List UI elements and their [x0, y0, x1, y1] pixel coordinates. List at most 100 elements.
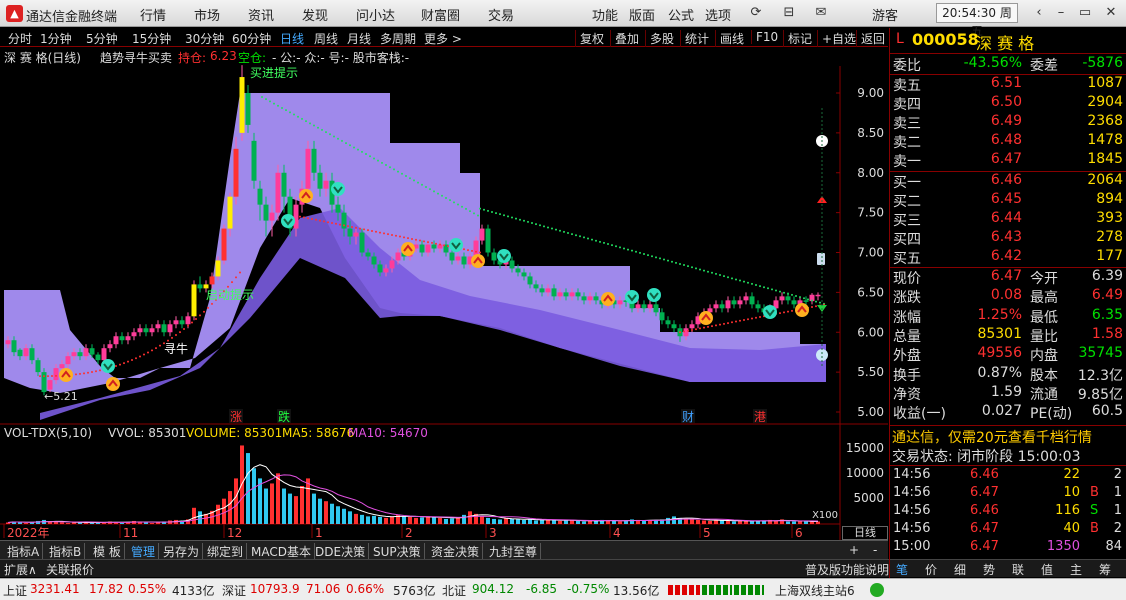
- volume-axis: 15000 10000 5000: [846, 441, 884, 505]
- candle-body: [665, 320, 671, 325]
- menu-gongshi[interactable]: 公式: [668, 5, 694, 24]
- side-period-button[interactable]: 日线: [842, 526, 888, 540]
- ext-toggle[interactable]: 扩展∧: [4, 561, 37, 578]
- tab-lingcunwei[interactable]: 另存为: [160, 543, 204, 560]
- tab-zijin[interactable]: 资金决策: [428, 543, 484, 560]
- period-fenshi[interactable]: 分时: [8, 30, 32, 47]
- ext-help[interactable]: 普及版功能说明: [805, 561, 889, 578]
- zoom-plus-button[interactable]: +: [846, 543, 862, 557]
- period-monthly[interactable]: 月线: [347, 30, 371, 47]
- period-multi[interactable]: 多周期: [380, 30, 416, 47]
- window-min-icon[interactable]: –: [1050, 4, 1072, 22]
- mail-icon[interactable]: ✉: [810, 4, 832, 22]
- user-guest[interactable]: 游客: [872, 5, 898, 24]
- trend-dot: [333, 135, 335, 138]
- rtab-xi[interactable]: 细: [954, 561, 966, 578]
- vol-vvol: VVOL: 85301: [108, 426, 187, 440]
- trend-dot: [767, 287, 769, 290]
- tool-biaoji[interactable]: 标记: [783, 30, 812, 47]
- trend-dot: [421, 183, 423, 186]
- window-restore-icon[interactable]: ▭: [1074, 4, 1096, 22]
- menu-banmian[interactable]: 版面: [629, 5, 655, 24]
- tool-fanhui[interactable]: 返回: [856, 30, 885, 47]
- menu-wenxiaoda[interactable]: 问小达: [356, 5, 395, 24]
- period-1min[interactable]: 1分钟: [40, 30, 72, 47]
- rtab-bi[interactable]: 笔: [896, 561, 908, 578]
- candle-body: [185, 316, 191, 325]
- rtab-lian[interactable]: 联: [1012, 561, 1024, 578]
- window-minimize-icon[interactable]: ‹: [1028, 4, 1050, 22]
- trend-dot: [119, 363, 121, 366]
- refresh-icon[interactable]: ⟳: [745, 4, 767, 22]
- tool-f10[interactable]: F10: [751, 30, 778, 44]
- period-15min[interactable]: 15分钟: [132, 30, 171, 47]
- menu-shichang[interactable]: 市场: [194, 5, 220, 24]
- tool-diejia[interactable]: 叠加: [610, 30, 639, 47]
- tab-sup[interactable]: SUP决策: [370, 543, 425, 560]
- tab-zhibiao-a[interactable]: 指标A: [4, 543, 44, 560]
- tab-bangdingdao[interactable]: 绑定到: [204, 543, 248, 560]
- menu-jiaoyi[interactable]: 交易: [488, 5, 514, 24]
- period-more[interactable]: 更多 >: [424, 30, 462, 47]
- menu-faxian[interactable]: 发现: [302, 5, 328, 24]
- quote-label: 换手: [893, 367, 921, 384]
- trend-dot: [523, 219, 525, 222]
- volume-bar: [24, 522, 28, 524]
- tool-huaxian[interactable]: 画线: [715, 30, 744, 47]
- zoom-minus-button[interactable]: -: [870, 543, 880, 557]
- tab-jiufeng[interactable]: 九封至尊: [486, 543, 542, 560]
- vol-axis-label: 10000: [846, 466, 884, 480]
- rtab-zhu[interactable]: 主: [1070, 561, 1082, 578]
- tab-macd[interactable]: MACD基本: [248, 543, 315, 560]
- trend-dot: [313, 124, 315, 127]
- volume-bar: [408, 516, 412, 524]
- trend-dot: [639, 251, 641, 254]
- buy-signal-circle: [106, 377, 120, 391]
- tool-tongji[interactable]: 统计: [680, 30, 709, 47]
- trend-dot: [87, 371, 89, 374]
- minimize-icon[interactable]: ⊟: [778, 4, 800, 22]
- vol-ma5: MA5: 58676: [282, 426, 355, 440]
- tool-fuquan[interactable]: 复权: [575, 30, 604, 47]
- menu-gongneng[interactable]: 功能: [592, 5, 618, 24]
- window-close-icon[interactable]: ✕: [1100, 4, 1122, 22]
- trend-dot: [183, 327, 185, 330]
- trend-dot: [405, 175, 407, 178]
- tab-dde[interactable]: DDE决策: [312, 543, 370, 560]
- quote-value: 0.08: [990, 287, 1022, 304]
- rtab-jia[interactable]: 价: [925, 561, 937, 578]
- period-weekly[interactable]: 周线: [314, 30, 338, 47]
- promo-link[interactable]: 通达信，仅需20元查看千档行情: [892, 427, 1092, 447]
- tool-zixuan[interactable]: +自选: [817, 30, 856, 47]
- rtab-shi[interactable]: 势: [983, 561, 995, 578]
- tab-muban[interactable]: 模 板: [90, 543, 125, 560]
- rtab-chou[interactable]: 筹: [1099, 561, 1111, 578]
- kline-chart[interactable]: 9.008.508.007.507.006.506.005.505.00 150…: [0, 48, 888, 540]
- menu-caifuquan[interactable]: 财富圈: [421, 5, 460, 24]
- candle-body: [197, 284, 203, 289]
- ext-related-quote[interactable]: 关联报价: [46, 561, 94, 578]
- rtab-zhi[interactable]: 值: [1041, 561, 1053, 578]
- trend-dot: [39, 375, 41, 378]
- candle-body: [11, 340, 17, 353]
- period-5min[interactable]: 5分钟: [86, 30, 118, 47]
- quote-row: 收益(一) 0.027 PE(动) 60.5: [890, 403, 1126, 422]
- tab-zhibiao-b[interactable]: 指标B: [46, 543, 86, 560]
- bid-row: 买二 6.45 894: [890, 191, 1126, 210]
- status-sh-label: 上证: [3, 584, 28, 598]
- period-30min[interactable]: 30分钟: [185, 30, 224, 47]
- volume-bar: [450, 518, 454, 524]
- menu-xuanxiang[interactable]: 选项: [705, 5, 731, 24]
- menu-zixun[interactable]: 资讯: [248, 5, 274, 24]
- period-daily[interactable]: 日线: [280, 30, 304, 47]
- tool-duogu[interactable]: 多股: [645, 30, 674, 47]
- status-bz-value: 904.12: [472, 582, 514, 596]
- volume-bar: [300, 486, 304, 524]
- bid-volume: 177: [1096, 248, 1123, 264]
- trend-dot: [707, 325, 709, 328]
- period-60min[interactable]: 60分钟: [232, 30, 271, 47]
- trend-dot: [803, 297, 805, 300]
- trend-dot: [399, 235, 401, 238]
- menu-hangqing[interactable]: 行情: [140, 5, 166, 24]
- tab-guanli[interactable]: 管理: [128, 543, 160, 560]
